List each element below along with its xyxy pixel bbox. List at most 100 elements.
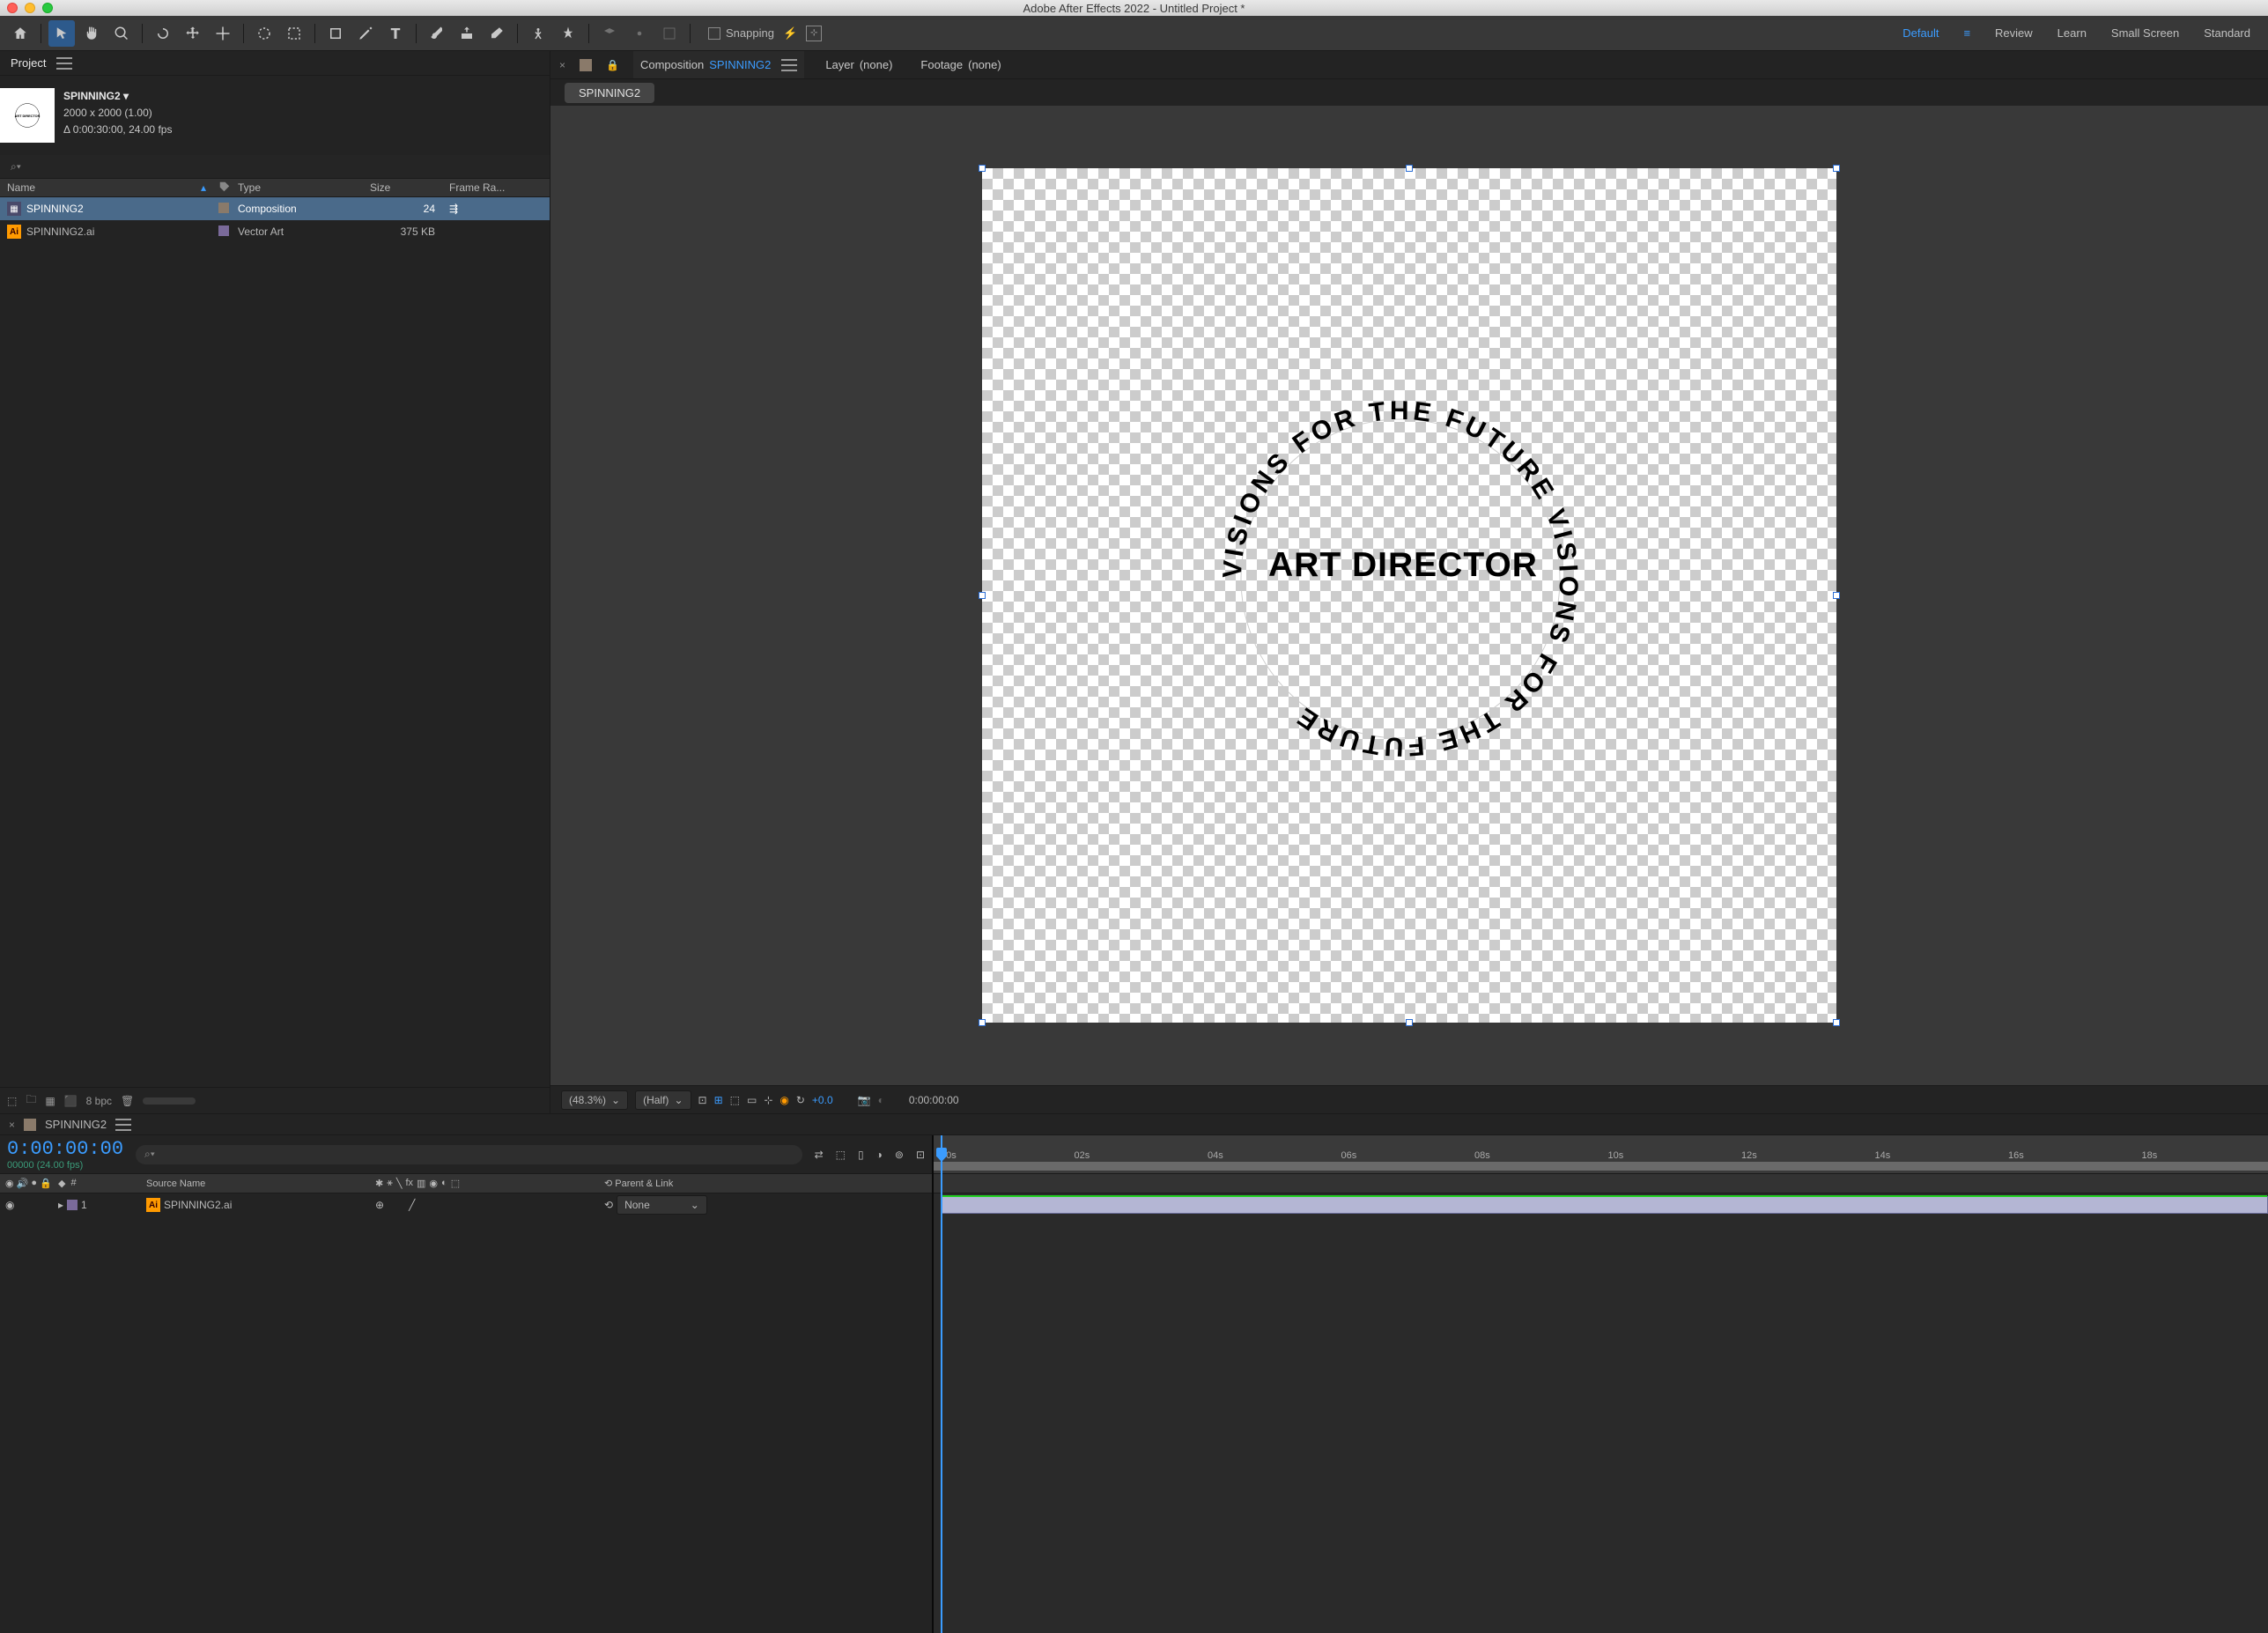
header-frame-rate[interactable]: Frame Ra... [442, 181, 521, 194]
playhead[interactable] [941, 1135, 942, 1633]
footage-tab[interactable]: Footage (none) [913, 51, 1008, 78]
selection-handle-br[interactable] [1833, 1019, 1840, 1026]
frame-blend-icon[interactable]: ◑ [876, 1149, 883, 1161]
layer-row[interactable]: ◉ ▸ 1 Ai SPINNING2.ai ⊕ ╱ ⟲ None⌄ [0, 1193, 932, 1216]
close-tab-icon[interactable]: × [559, 59, 565, 71]
snapping-toggle[interactable]: Snapping ⚡ ⊹ [708, 26, 822, 41]
selection-handle-mr[interactable] [1833, 592, 1840, 599]
grid-icon[interactable]: ⊹ [764, 1094, 772, 1106]
close-window-button[interactable] [7, 3, 18, 13]
parent-dropdown[interactable]: None⌄ [617, 1195, 707, 1215]
region-icon[interactable]: ▭ [747, 1094, 757, 1106]
header-name[interactable]: Name [0, 181, 194, 194]
motion-blur-icon[interactable]: ⊚ [895, 1149, 904, 1161]
new-comp-icon[interactable]: ▦ [45, 1095, 55, 1107]
workspace-default[interactable]: Default [1902, 26, 1939, 40]
search-slider[interactable] [143, 1097, 196, 1105]
selection-handle-bl[interactable] [979, 1019, 986, 1026]
layer-label-swatch[interactable] [67, 1200, 78, 1210]
preview-time[interactable]: 0:00:00:00 [909, 1094, 959, 1106]
header-type[interactable]: Type [231, 181, 363, 194]
project-item-ai[interactable]: AiSPINNING2.ai Vector Art 375 KB [0, 220, 550, 243]
selection-handle-tc[interactable] [1406, 165, 1413, 172]
parent-link-header[interactable]: ⟲ Parent & Link [599, 1178, 793, 1189]
twirl-icon[interactable]: ▸ [58, 1199, 63, 1211]
text-tool[interactable] [382, 20, 409, 47]
color-management-icon[interactable]: ◉ [779, 1094, 788, 1106]
show-snapshot-icon[interactable]: ◐ [878, 1094, 884, 1106]
toggle-alpha-icon[interactable]: ⊡ [698, 1094, 707, 1106]
bpc-label[interactable]: 8 bpc [86, 1095, 112, 1107]
workspace-review[interactable]: Review [1995, 26, 2033, 40]
workspace-learn[interactable]: Learn [2057, 26, 2087, 40]
audio-header-icon[interactable]: 🔊 [17, 1178, 29, 1189]
eraser-tool[interactable] [484, 20, 510, 47]
resolution-dropdown[interactable]: (Half)⌄ [635, 1090, 691, 1110]
clone-stamp-tool[interactable] [454, 20, 480, 47]
label-header-icon[interactable]: ◆ [58, 1178, 65, 1189]
composition-canvas[interactable]: VISIONS FOR THE FUTURE VISIONS FOR THE F… [982, 168, 1836, 1023]
pickwhip-icon[interactable]: ⟲ [604, 1199, 613, 1211]
pin-tool[interactable] [555, 20, 581, 47]
frame-blend-col-icon[interactable]: ╲ [396, 1178, 403, 1189]
shy-icon[interactable]: ▯ [858, 1149, 864, 1161]
orbit-tool[interactable] [150, 20, 176, 47]
graph-editor-icon[interactable]: ⊡ [916, 1149, 925, 1161]
timeline-tab[interactable]: SPINNING2 [45, 1118, 107, 1131]
selection-tool[interactable] [48, 20, 75, 47]
solo-header-icon[interactable]: ● [31, 1178, 37, 1189]
fx-icon[interactable]: ⚹ [387, 1178, 393, 1189]
lock-header-icon[interactable]: 🔒 [40, 1178, 52, 1189]
anchor-point-tool[interactable] [210, 20, 236, 47]
layer-switch-2[interactable]: ╱ [409, 1199, 415, 1211]
label-swatch[interactable] [218, 203, 229, 213]
collapse-col-icon[interactable]: ◐ [441, 1178, 447, 1189]
selection-handle-bc[interactable] [1406, 1019, 1413, 1026]
zoom-tool[interactable] [108, 20, 135, 47]
timeline-menu-icon[interactable] [115, 1119, 131, 1131]
snap-menu-icon[interactable]: ⚡ [783, 26, 797, 41]
draft-3d-icon[interactable]: ⬚ [836, 1149, 846, 1161]
comp-mini-flowchart-icon[interactable]: ⇄ [815, 1149, 824, 1161]
layer-clip[interactable] [941, 1196, 2268, 1214]
maximize-window-button[interactable] [42, 3, 53, 13]
source-name-header[interactable]: Source Name [141, 1179, 370, 1189]
exposure-value[interactable]: +0.0 [812, 1094, 833, 1106]
toggle-mask-icon[interactable]: ⬚ [730, 1094, 740, 1106]
composition-viewer[interactable]: VISIONS FOR THE FUTURE VISIONS FOR THE F… [550, 106, 2268, 1085]
item-flow-icon[interactable]: ⇶ [442, 203, 521, 215]
header-label-icon[interactable] [211, 181, 231, 196]
snap-option-icon[interactable]: ⊹ [806, 26, 822, 41]
time-ruler[interactable]: 00s02s04s06s08s10s12s14s16s18s20s [934, 1135, 2268, 1174]
shape-tool[interactable] [322, 20, 349, 47]
3d-col-icon[interactable]: ◉ [429, 1178, 438, 1189]
panel-menu-icon[interactable] [56, 57, 72, 70]
workspace-menu-icon[interactable]: ≡ [1963, 26, 1970, 40]
lock-icon[interactable]: 🔒 [606, 59, 619, 71]
current-timecode[interactable]: 0:00:00:00 [7, 1138, 123, 1160]
timeline-right[interactable]: 00s02s04s06s08s10s12s14s16s18s20s [934, 1135, 2268, 1633]
brush-tool[interactable] [424, 20, 450, 47]
hand-tool[interactable] [78, 20, 105, 47]
project-tab[interactable]: Project [11, 56, 46, 70]
rotobrush-tool[interactable] [251, 20, 277, 47]
header-size[interactable]: Size [363, 181, 442, 194]
close-timeline-tab-icon[interactable]: × [9, 1119, 15, 1131]
video-header-icon[interactable]: ◉ [5, 1178, 14, 1189]
comp-thumbnail[interactable]: ART DIRECTOR [0, 88, 55, 143]
pen-tool[interactable] [352, 20, 379, 47]
composition-tab[interactable]: Composition SPINNING2 [633, 51, 804, 78]
label-swatch[interactable] [218, 225, 229, 236]
hash-header[interactable]: # [70, 1178, 76, 1189]
zoom-dropdown[interactable]: (48.3%)⌄ [561, 1090, 628, 1110]
reset-exposure-icon[interactable]: ↻ [796, 1094, 805, 1106]
video-toggle-icon[interactable]: ◉ [5, 1199, 14, 1211]
layer-tab[interactable]: Layer (none) [818, 51, 899, 78]
workspace-standard[interactable]: Standard [2204, 26, 2250, 40]
pan-behind-tool[interactable] [180, 20, 206, 47]
layer-switch-1[interactable]: ⊕ [375, 1199, 384, 1211]
selection-handle-tl[interactable] [979, 165, 986, 172]
workspace-small-screen[interactable]: Small Screen [2111, 26, 2179, 40]
snapshot-icon[interactable]: 📷 [858, 1094, 871, 1106]
quality-col-icon[interactable]: ⬚ [451, 1178, 460, 1189]
